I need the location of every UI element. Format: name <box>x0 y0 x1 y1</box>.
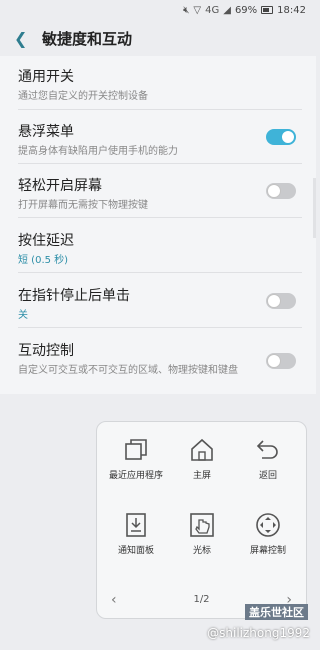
easy-screen-toggle[interactable] <box>266 183 296 199</box>
setting-subtitle: 通过您自定义的开关控制设备 <box>18 91 148 102</box>
click-after-pointer-toggle[interactable] <box>266 293 296 309</box>
battery-percent: 69% <box>234 4 258 16</box>
recent-apps-icon <box>125 439 147 460</box>
menu-item-notification-panel[interactable]: 通知面板 <box>101 511 171 557</box>
interaction-control-toggle[interactable] <box>266 353 296 369</box>
setting-subtitle: 打开屏幕而无需按下物理按键 <box>18 200 148 211</box>
menu-item-screen-control[interactable]: 屏幕控制 <box>233 511 303 557</box>
app-header: ❮ 敏捷度和互动 <box>0 20 316 56</box>
network-label: 4G <box>205 4 220 16</box>
status-bar: 🔇︎ ▽ 4G ◢ 69% 18:42 <box>0 0 316 20</box>
setting-value: 关 <box>18 310 28 321</box>
mute-icon: 🔇︎ <box>183 4 190 16</box>
menu-item-back[interactable]: 返回 <box>233 436 303 482</box>
toggle-knob <box>281 130 295 144</box>
menu-item-label: 返回 <box>258 471 277 481</box>
setting-title: 按住延迟 <box>18 233 74 249</box>
menu-item-label: 光标 <box>192 546 211 556</box>
chevron-left-icon[interactable]: ❮ <box>14 29 38 48</box>
setting-universal-switch[interactable]: 通用开关 通过您自定义的开关控制设备 <box>0 66 316 103</box>
cursor-icon <box>190 513 214 537</box>
divider <box>18 272 302 273</box>
divider <box>18 327 302 328</box>
divider <box>18 163 302 164</box>
setting-title: 通用开关 <box>18 69 74 85</box>
settings-list: 通用开关 通过您自定义的开关控制设备 悬浮菜单 提高身体有缺陷用户使用手机的能力… <box>0 56 316 394</box>
setting-value: 短 (0.5 秒) <box>18 255 69 266</box>
menu-item-cursor[interactable]: 光标 <box>167 511 237 557</box>
setting-touch-and-hold-delay[interactable]: 按住延迟 短 (0.5 秒) <box>0 230 316 267</box>
menu-item-home[interactable]: 主屏 <box>167 436 237 482</box>
watermark-user: @shilizhong1992 <box>207 626 310 640</box>
toggle-knob <box>267 294 281 308</box>
menu-item-recent-apps[interactable]: 最近应用程序 <box>101 436 171 482</box>
screen-control-icon <box>256 513 280 537</box>
assistant-floating-menu: 最近应用程序 主屏 返回 通知面板 光标 屏幕控制 ‹ 1/2 › <box>96 421 307 619</box>
assistant-menu-toggle[interactable] <box>266 129 296 145</box>
page-title: 敏捷度和互动 <box>42 29 133 48</box>
watermark-brand: 盖乐世社区 <box>245 604 308 620</box>
toggle-knob <box>267 354 281 368</box>
menu-item-label: 主屏 <box>192 471 211 481</box>
menu-item-label: 最近应用程序 <box>108 471 163 481</box>
divider <box>18 109 302 110</box>
notification-panel-icon <box>126 513 146 537</box>
divider <box>18 217 302 218</box>
toggle-knob <box>267 184 281 198</box>
setting-subtitle: 提高身体有缺陷用户使用手机的能力 <box>18 146 178 157</box>
menu-item-label: 通知面板 <box>117 546 154 556</box>
wifi-icon: ▽ <box>193 4 202 16</box>
scroll-indicator <box>313 178 316 238</box>
back-arrow-icon <box>256 440 278 459</box>
menu-item-label: 屏幕控制 <box>249 546 286 556</box>
battery-icon <box>261 6 274 14</box>
clock: 18:42 <box>277 4 306 16</box>
home-icon <box>191 438 213 461</box>
signal-icon: ◢ <box>223 4 231 16</box>
